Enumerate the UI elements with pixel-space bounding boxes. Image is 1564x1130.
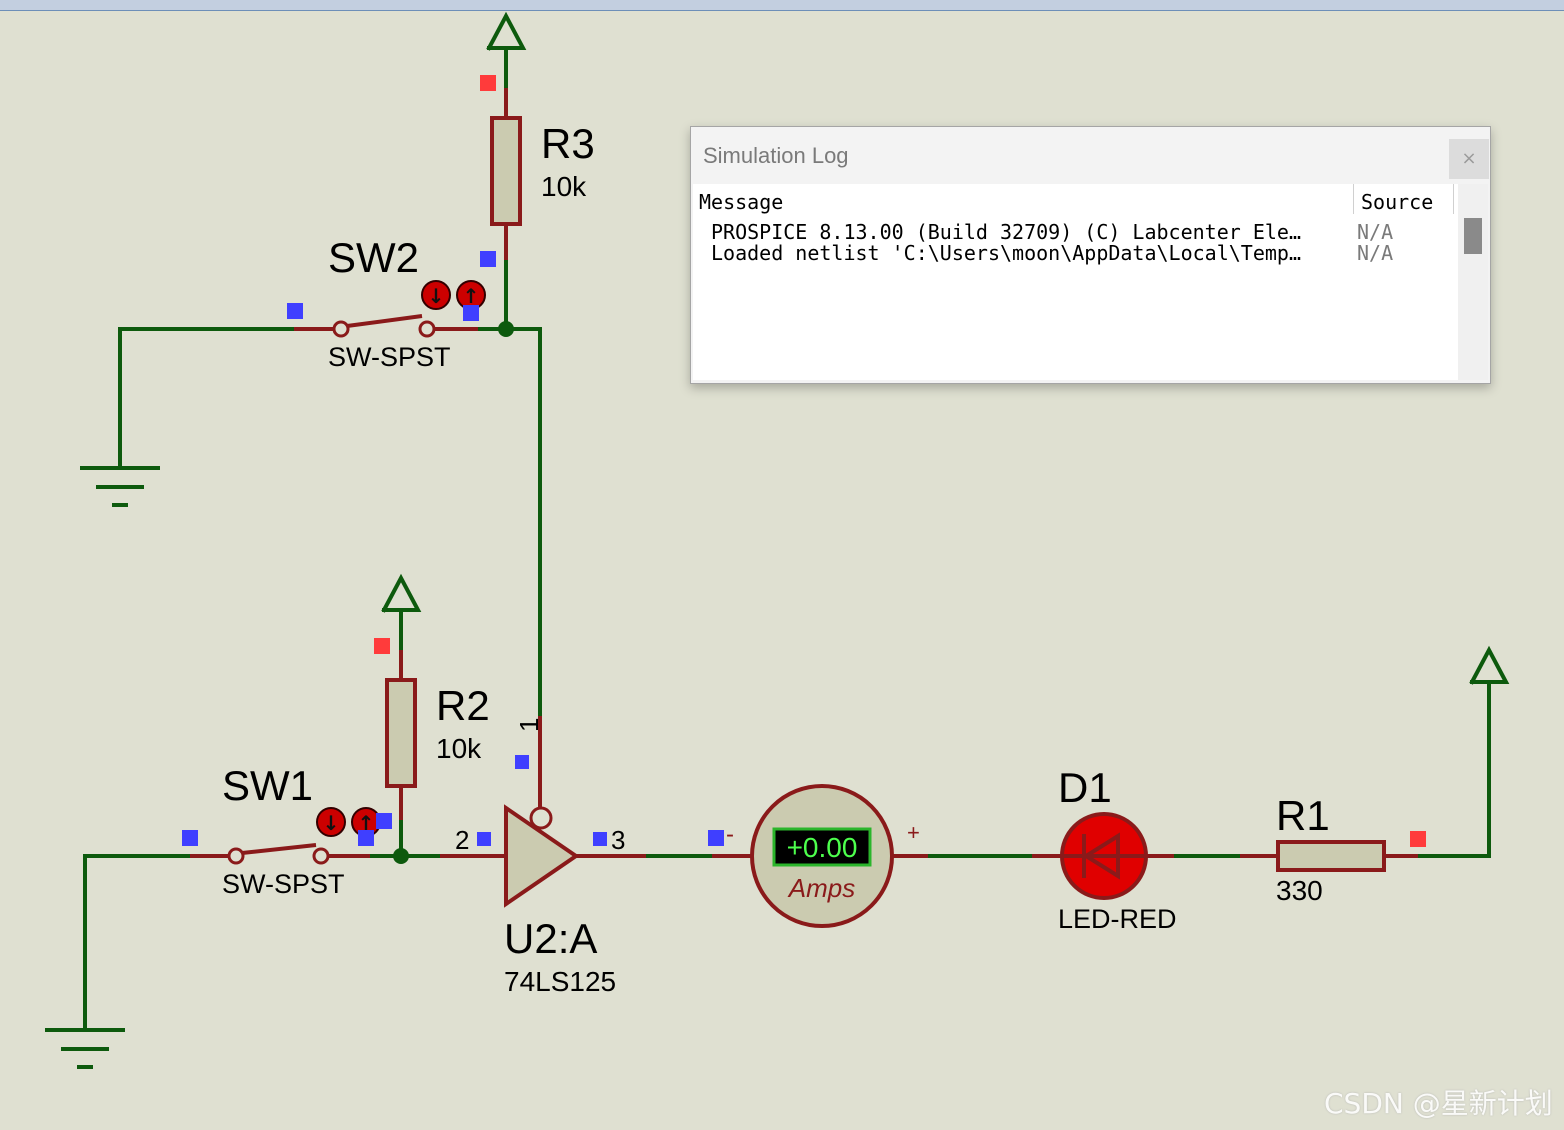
- u2-pin2-label: 2: [455, 825, 469, 855]
- wire-r1-power: [1418, 680, 1491, 858]
- r1-value-label: 330: [1276, 875, 1323, 906]
- led-d1[interactable]: [1060, 812, 1148, 900]
- u2-pin1-label: 1: [514, 718, 544, 732]
- logic-state-marker: [480, 251, 496, 267]
- resistor-r2-body[interactable]: [385, 678, 417, 788]
- logic-state-marker: [477, 832, 491, 846]
- r1-ref-label: R1: [1276, 792, 1330, 839]
- power-terminal-r2: [381, 573, 422, 613]
- logic-state-marker: [374, 638, 390, 654]
- upper-network: ↓ ↑ R3 10k SW2 SW-SPST: [80, 11, 595, 808]
- r2-value-label: 10k: [436, 733, 482, 764]
- logic-state-marker: [182, 830, 198, 846]
- d1-ref-label: D1: [1058, 764, 1112, 811]
- resistor-r3-body[interactable]: [490, 116, 522, 226]
- simulation-log-title: Simulation Log: [703, 143, 849, 168]
- d1-type-label: LED-RED: [1058, 904, 1177, 934]
- logic-state-marker: [593, 832, 607, 846]
- dc-ammeter[interactable]: +0.00 Amps - +: [726, 784, 920, 928]
- column-header-source[interactable]: Source: [1361, 190, 1433, 214]
- u2-pin3-label: 3: [611, 825, 625, 855]
- resistor-r1-body[interactable]: [1276, 840, 1386, 872]
- logic-state-marker: [358, 830, 374, 846]
- vertical-scrollbar[interactable]: [1458, 184, 1488, 380]
- sw1-type-label: SW-SPST: [222, 869, 345, 899]
- logic-state-marker: [1410, 831, 1426, 847]
- sw2-ref-label: SW2: [328, 234, 419, 281]
- logic-state-marker: [515, 755, 529, 769]
- u2-part-label: 74LS125: [504, 966, 616, 997]
- logic-state-marker: [463, 305, 479, 321]
- sw1-close-button[interactable]: ↓: [316, 807, 346, 837]
- ammeter-reading: +0.00: [787, 832, 858, 863]
- sw2-contact: [418, 320, 436, 338]
- r3-ref-label: R3: [541, 120, 595, 167]
- sw2-lever[interactable]: [346, 314, 423, 328]
- close-button[interactable]: ×: [1449, 139, 1489, 179]
- logic-state-marker: [287, 303, 303, 319]
- wire-sw2-gnd: [118, 327, 296, 470]
- lower-network: ↓ ↑ R2 10k SW1 SW-SPST: [45, 573, 506, 1069]
- sw1-contact: [227, 847, 245, 865]
- log-row-message[interactable]: Loaded netlist 'C:\Users\moon\AppData\Lo…: [711, 241, 1351, 265]
- u2-ref-label: U2:A: [504, 915, 597, 962]
- sw1-contact: [312, 847, 330, 865]
- simulation-log-table[interactable]: Message Source PROSPICE 8.13.00 (Build 3…: [693, 184, 1458, 380]
- simulation-log-window[interactable]: Simulation Log × Message Source PROSPICE…: [690, 126, 1491, 384]
- output-chain: +0.00 Amps - + D1 LED-RED R1 330: [646, 645, 1510, 934]
- svg-text:↓: ↓: [428, 284, 445, 308]
- sw1-lever[interactable]: [241, 843, 317, 855]
- enable-bubble: [529, 806, 553, 830]
- ammeter-unit: Amps: [787, 873, 855, 903]
- ammeter-minus-sign: -: [726, 821, 734, 848]
- sw2-close-button[interactable]: ↓: [421, 280, 451, 310]
- watermark: CSDN @星新计划: [1324, 1087, 1553, 1120]
- svg-text:↓: ↓: [323, 811, 340, 835]
- wire-enable: [504, 327, 542, 718]
- logic-state-marker: [708, 830, 724, 846]
- r2-ref-label: R2: [436, 682, 490, 729]
- power-terminal-r3: [486, 11, 527, 51]
- logic-state-marker: [480, 75, 496, 91]
- sw2-open-button[interactable]: ↑: [456, 280, 486, 310]
- log-row-source: N/A: [1357, 241, 1394, 265]
- ammeter-plus-sign: +: [907, 820, 920, 845]
- column-header-message[interactable]: Message: [699, 190, 783, 214]
- r3-value-label: 10k: [541, 171, 587, 202]
- column-divider: [1353, 184, 1354, 214]
- column-divider: [1453, 184, 1454, 214]
- sw1-ref-label: SW1: [222, 762, 313, 809]
- power-terminal-r1: [1469, 645, 1510, 685]
- wire-sw1-gnd: [83, 854, 192, 1032]
- scrollbar-thumb[interactable]: [1464, 218, 1482, 254]
- sw2-type-label: SW-SPST: [328, 342, 451, 372]
- svg-text:↑: ↑: [463, 284, 480, 308]
- sw2-contact: [332, 320, 350, 338]
- logic-state-marker: [376, 813, 392, 829]
